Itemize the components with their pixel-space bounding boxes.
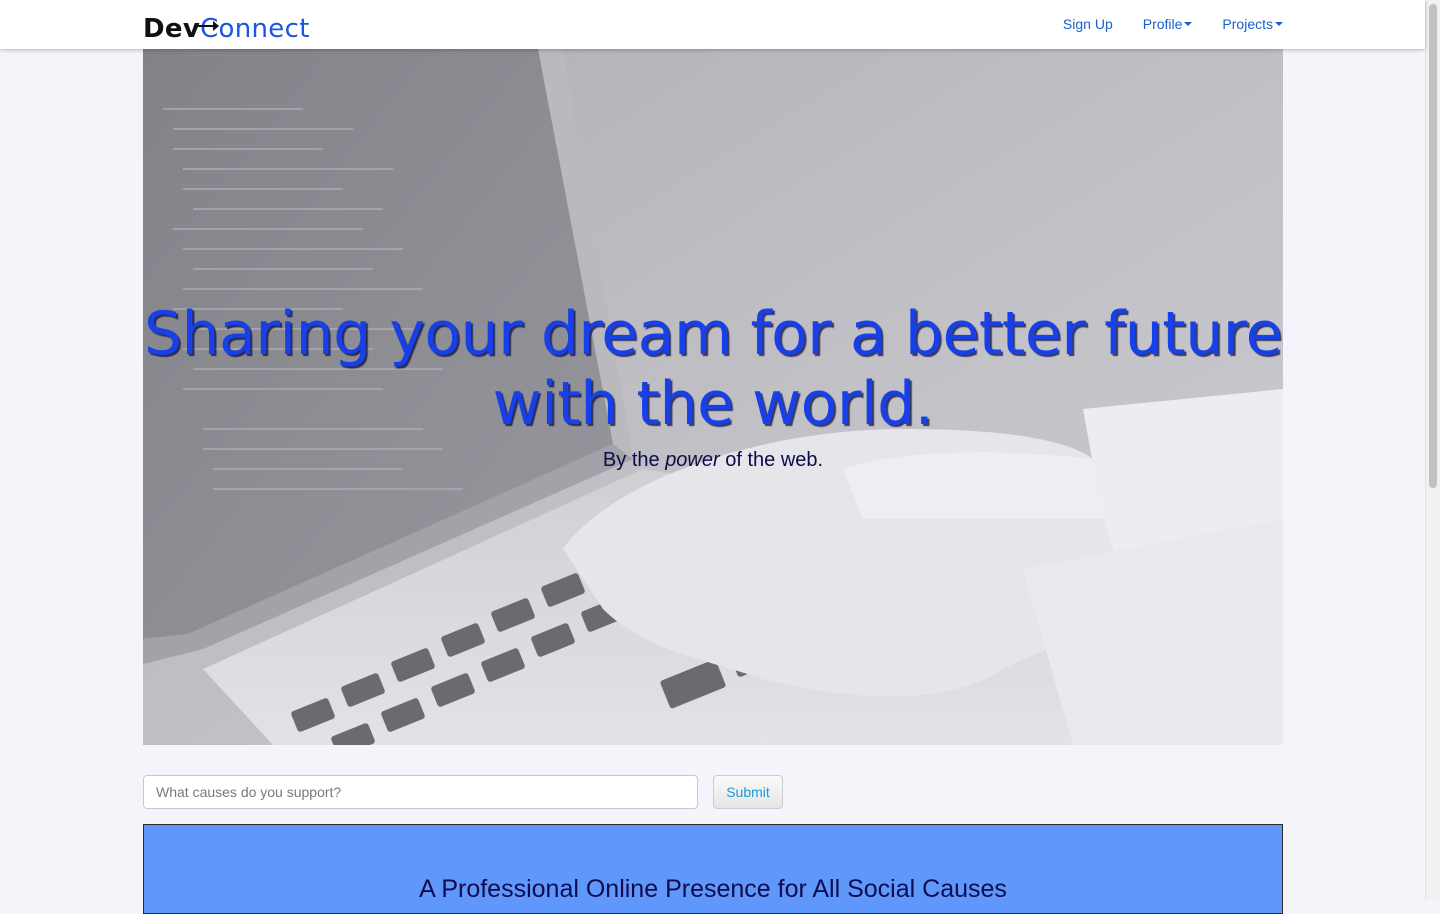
submit-button[interactable]: Submit (713, 775, 783, 809)
brand-dev-text: Dev (143, 14, 201, 44)
navbar: DevC onnect Sign Up Profile Projects (0, 0, 1425, 49)
caret-down-icon (1184, 22, 1193, 26)
hero-banner: Sharing your dream for a better future w… (143, 49, 1283, 745)
scrollbar[interactable] (1425, 0, 1440, 900)
arrow-icon (198, 21, 220, 31)
nav-projects-dropdown[interactable]: Projects (1222, 16, 1283, 32)
brand-c-letter: C (198, 14, 220, 44)
scrollbar-thumb[interactable] (1429, 4, 1437, 488)
caret-down-icon (1275, 22, 1283, 26)
nav-links: Sign Up Profile Projects (1063, 16, 1283, 32)
nav-profile-dropdown[interactable]: Profile (1143, 16, 1193, 32)
nav-signup-link[interactable]: Sign Up (1063, 16, 1113, 32)
feature-panel: A Professional Online Presence for All S… (143, 824, 1283, 914)
hero-subtitle: By the power of the web. (602, 449, 824, 471)
hero-subtitle-emphasis: power (665, 449, 720, 471)
causes-search-input[interactable] (143, 775, 698, 809)
brand-connect-text: onnect (218, 14, 310, 44)
brand-logo[interactable]: DevC onnect (143, 14, 310, 44)
hero-title: Sharing your dream for a better future w… (143, 299, 1283, 439)
